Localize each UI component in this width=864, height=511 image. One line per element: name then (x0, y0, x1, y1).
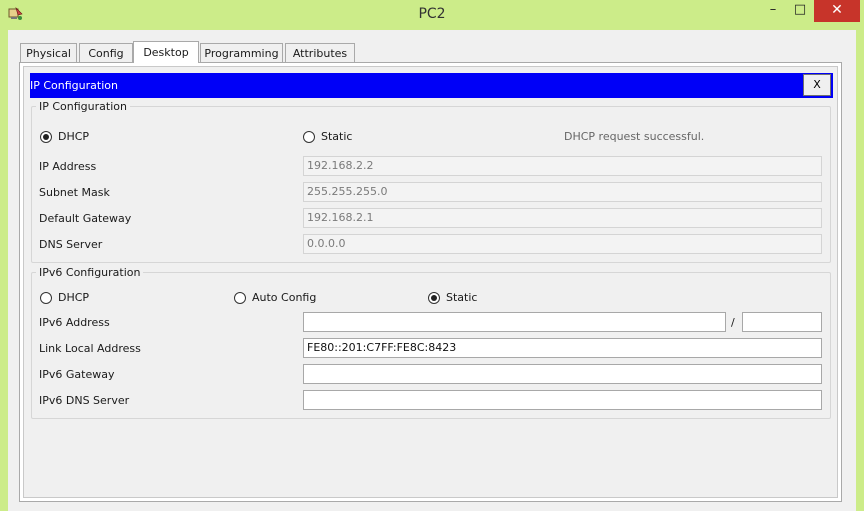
ipv6-static-label[interactable]: Static (446, 291, 477, 304)
tab-attributes[interactable]: Attributes (285, 43, 355, 62)
ip-address-label: IP Address (39, 160, 97, 173)
dhcp-status-text: DHCP request successful. (564, 130, 705, 143)
ipv6-dns-server-label: IPv6 DNS Server (39, 394, 130, 407)
link-local-address-label: Link Local Address (39, 342, 141, 355)
window-title: PC2 (418, 6, 446, 22)
ipv6-config-legend: IPv6 Configuration (39, 266, 141, 279)
tab-desktop[interactable]: Desktop (133, 41, 199, 63)
ipv6-dhcp-radio[interactable] (40, 292, 52, 304)
ipv6-gateway-field[interactable] (303, 364, 822, 384)
ipv6-auto-config-radio[interactable] (234, 292, 246, 304)
tab-programming[interactable]: Programming (200, 43, 283, 62)
ipv6-prefix-field[interactable] (742, 312, 822, 332)
ipv6-auto-config-label[interactable]: Auto Config (252, 291, 316, 304)
subnet-mask-field[interactable]: 255.255.255.0 (303, 182, 822, 202)
close-window-button[interactable]: ✕ (814, 0, 860, 22)
ipv6-static-radio[interactable] (428, 292, 440, 304)
ipv6-dns-server-field[interactable] (303, 390, 822, 410)
default-gateway-label: Default Gateway (39, 212, 132, 225)
ipv6-dhcp-label[interactable]: DHCP (58, 291, 89, 304)
ipv6-gateway-label: IPv6 Gateway (39, 368, 115, 381)
ipv4-config-legend: IP Configuration (39, 100, 127, 113)
minimize-button[interactable]: – (760, 0, 786, 22)
link-local-address-field[interactable]: FE80::201:C7FF:FE8C:8423 (303, 338, 822, 358)
ipv6-address-label: IPv6 Address (39, 316, 110, 329)
maximize-button[interactable]: □ (787, 0, 813, 22)
ipv6-address-field[interactable] (303, 312, 726, 332)
tab-config[interactable]: Config (79, 43, 133, 62)
default-gateway-field[interactable]: 192.168.2.1 (303, 208, 822, 228)
close-ip-config-button[interactable]: X (803, 74, 831, 96)
tab-physical[interactable]: Physical (20, 43, 77, 62)
ipv4-static-label[interactable]: Static (321, 130, 352, 143)
ip-address-field[interactable]: 192.168.2.2 (303, 156, 822, 176)
ipv4-static-radio[interactable] (303, 131, 315, 143)
dns-server-field[interactable]: 0.0.0.0 (303, 234, 822, 254)
ipv4-dhcp-label[interactable]: DHCP (58, 130, 89, 143)
prefix-separator: / (731, 316, 735, 329)
dns-server-label: DNS Server (39, 238, 103, 251)
ipv4-dhcp-radio[interactable] (40, 131, 52, 143)
ip-configuration-header: IP Configuration (30, 73, 833, 98)
subnet-mask-label: Subnet Mask (39, 186, 110, 199)
